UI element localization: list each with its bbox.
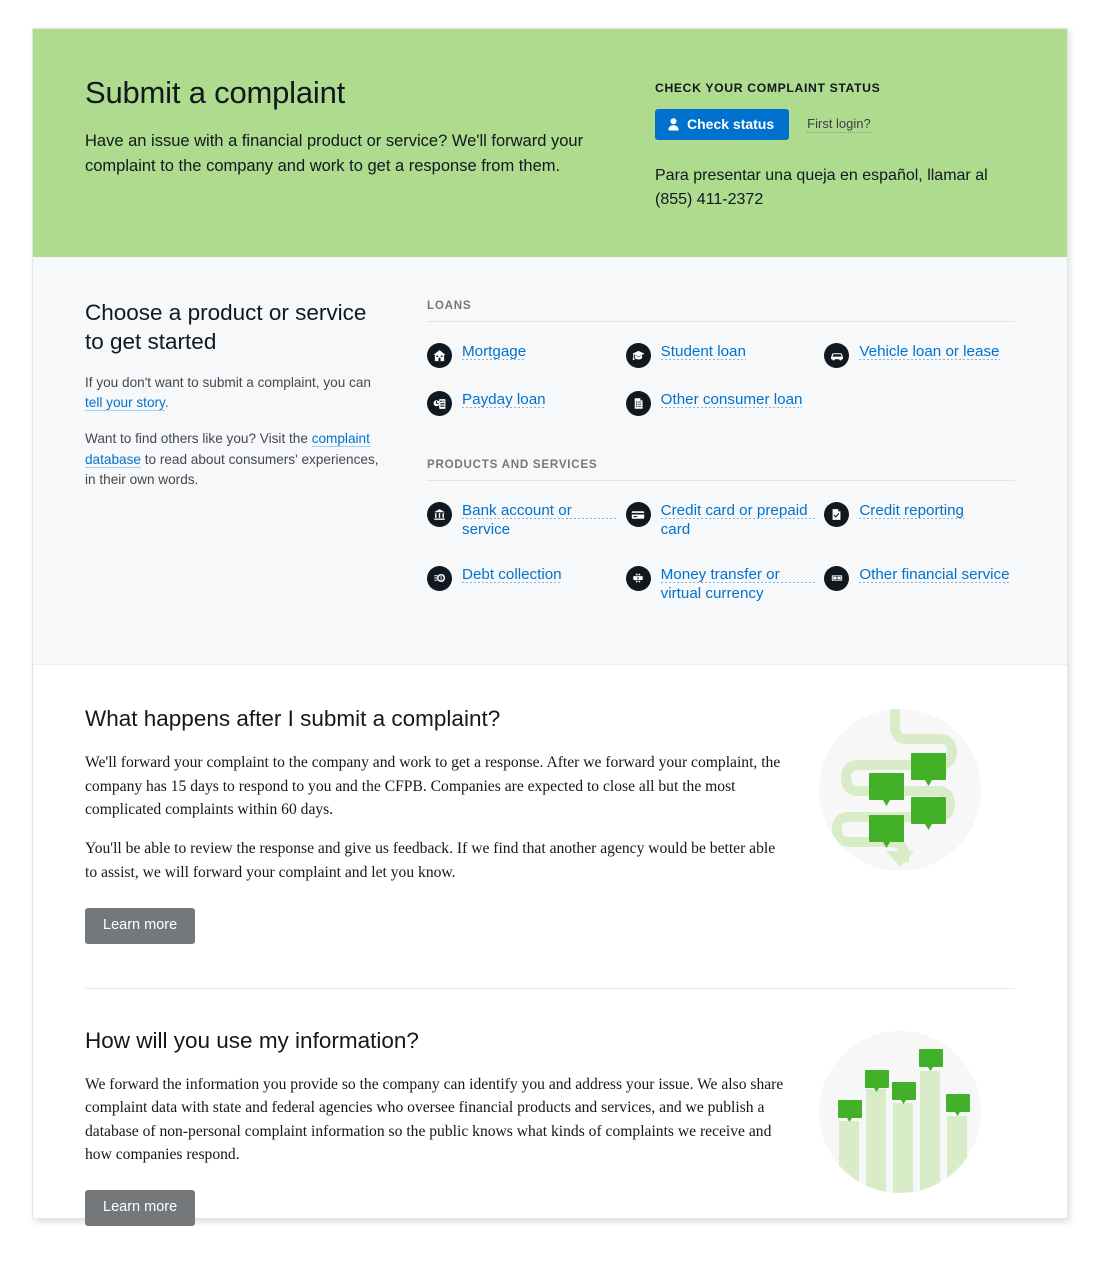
product-label: Other financial service xyxy=(859,564,1010,587)
product-group-products-and-services: PRODUCTS AND SERVICES Bank account or se… xyxy=(427,458,1015,607)
loans-grid: Mortgage Student loan Vehicle loan or le… xyxy=(427,342,1015,416)
product-label: Bank account or service xyxy=(462,501,618,543)
section-inner: How will you use my information? We forw… xyxy=(85,1027,1015,1226)
bar-chart-with-speech-bubbles-illustration xyxy=(819,1030,981,1193)
dollar-bill-icon: $ xyxy=(824,565,850,591)
section-title: How will you use my information? xyxy=(85,1027,419,1053)
page-title: Submit a complaint xyxy=(85,75,346,110)
checked-document-icon xyxy=(824,502,850,527)
product-link-debt-collection[interactable]: $ Debt collection xyxy=(427,564,618,607)
section-paragraph: We forward the information you provide s… xyxy=(85,1075,784,1164)
tell-your-story-link[interactable]: tell your story xyxy=(85,395,165,412)
product-link-payday-loan[interactable]: Payday loan xyxy=(427,390,618,416)
product-group-loans: LOANS Mortgage Student loan Vehicle loan… xyxy=(427,299,1015,416)
bank-icon xyxy=(427,502,452,527)
product-link-other-financial-service[interactable]: $ Other financial service xyxy=(824,564,1015,607)
complaint-database-paragraph: Want to find others like you? Visit the … xyxy=(85,429,385,491)
product-label: Vehicle loan or lease xyxy=(859,342,1000,365)
chooser-title: Choose a product or service to get start… xyxy=(85,300,367,354)
document-icon xyxy=(625,391,651,416)
product-link-credit-reporting[interactable]: Credit reporting xyxy=(824,501,1015,543)
section-paragraph: We'll forward your complaint to the comp… xyxy=(85,754,781,819)
hero-subtitle: Have an issue with a financial product o… xyxy=(85,131,584,175)
tell-story-text-before: If you don't want to submit a complaint,… xyxy=(85,374,371,390)
section-how-we-use-information: How will you use my information? We forw… xyxy=(33,989,1067,1236)
hero-right: CHECK YOUR COMPLAINT STATUS Check status… xyxy=(655,75,1015,212)
product-label: Credit reporting xyxy=(859,501,965,524)
group-label-loans: LOANS xyxy=(427,299,472,312)
product-label: Other consumer loan xyxy=(660,390,803,413)
product-label: Credit card or prepaid card xyxy=(660,501,817,543)
products-grid: Bank account or service Credit card or p… xyxy=(427,501,1015,607)
graduation-cap-icon xyxy=(625,343,651,368)
section-text: How will you use my information? We forw… xyxy=(85,1027,785,1226)
hero-banner: Submit a complaint Have an issue with a … xyxy=(33,29,1067,257)
learn-more-button[interactable]: Learn more xyxy=(85,1190,196,1226)
car-icon xyxy=(824,343,850,368)
learn-more-button[interactable]: Learn more xyxy=(85,908,196,944)
person-icon xyxy=(668,117,679,131)
hero-left: Submit a complaint Have an issue with a … xyxy=(85,75,655,179)
product-chooser-section: Choose a product or service to get start… xyxy=(33,257,1067,666)
product-link-bank-account[interactable]: Bank account or service xyxy=(427,501,618,543)
tell-your-story-paragraph: If you don't want to submit a complaint,… xyxy=(85,373,385,414)
section-text: What happens after I submit a complaint?… xyxy=(85,705,785,944)
group-rule-loans xyxy=(427,321,1015,322)
check-status-button[interactable]: Check status xyxy=(655,109,790,140)
product-label: Student loan xyxy=(660,342,746,365)
winding-path-with-speech-bubbles-illustration xyxy=(819,709,981,872)
product-link-student-loan[interactable]: Student loan xyxy=(625,342,817,368)
check-status-kicker: CHECK YOUR COMPLAINT STATUS xyxy=(655,81,881,95)
product-label: Mortgage xyxy=(462,342,527,365)
first-login-link[interactable]: First login? xyxy=(807,116,871,133)
database-text-before: Want to find others like you? Visit the xyxy=(85,430,312,446)
section-illustration xyxy=(785,1027,1015,1193)
check-status-label: Check status xyxy=(687,116,775,132)
transfer-dollar-icon: $ xyxy=(625,565,651,591)
house-icon xyxy=(427,343,452,368)
product-label: Debt collection xyxy=(462,564,562,587)
tell-story-text-after: . xyxy=(164,395,169,411)
product-link-other-consumer-loan[interactable]: Other consumer loan xyxy=(625,390,817,416)
product-label: Payday loan xyxy=(462,390,546,413)
status-actions: Check status First login? xyxy=(655,109,1015,140)
group-rule-products xyxy=(427,480,1015,481)
credit-card-icon xyxy=(625,502,651,527)
product-link-credit-card[interactable]: Credit card or prepaid card xyxy=(625,501,817,543)
clock-document-icon xyxy=(427,391,452,416)
section-inner: What happens after I submit a complaint?… xyxy=(85,705,1015,944)
section-paragraph: You'll be able to review the response an… xyxy=(85,840,776,881)
section-illustration xyxy=(785,705,1015,872)
page-card: Submit a complaint Have an issue with a … xyxy=(32,28,1068,1226)
product-link-money-transfer[interactable]: $ Money transfer or virtual currency xyxy=(625,564,817,607)
product-label: Money transfer or virtual currency xyxy=(660,564,817,607)
section-title: What happens after I submit a complaint? xyxy=(85,706,501,732)
group-label-products-and-services: PRODUCTS AND SERVICES xyxy=(427,458,598,471)
coin-hand-icon: $ xyxy=(427,565,452,591)
product-link-vehicle-loan[interactable]: Vehicle loan or lease xyxy=(824,342,1015,368)
chooser-intro: Choose a product or service to get start… xyxy=(85,299,405,606)
section-what-happens: What happens after I submit a complaint?… xyxy=(33,665,1067,954)
spanish-phone-note: Para presentar una queja en español, lla… xyxy=(655,167,988,208)
product-link-mortgage[interactable]: Mortgage xyxy=(427,342,618,368)
product-groups: LOANS Mortgage Student loan Vehicle loan… xyxy=(427,299,1015,607)
